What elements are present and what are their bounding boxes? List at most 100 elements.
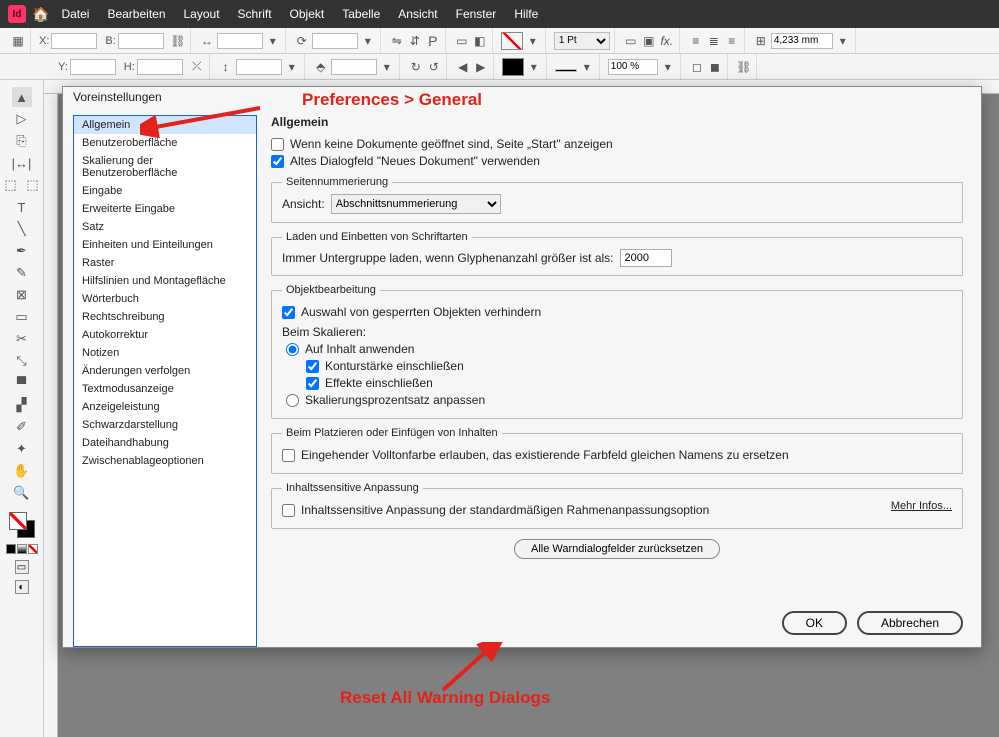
scale-x-icon[interactable]: ↔ — [199, 33, 215, 49]
field-w[interactable] — [118, 33, 164, 49]
broken-chain-icon[interactable]: ⤫ — [189, 59, 205, 75]
nav-item-composition[interactable]: Satz — [74, 218, 256, 236]
nav-item-story-editor[interactable]: Textmodusanzeige — [74, 380, 256, 398]
text-wrap-bbox-icon[interactable]: ▣ — [641, 33, 657, 49]
flip-horizontal-icon[interactable]: ⇋ — [389, 33, 405, 49]
nav-item-notes[interactable]: Notizen — [74, 344, 256, 362]
cb-include-stroke[interactable] — [306, 360, 319, 373]
rotate-ccw-icon[interactable]: ↺ — [426, 59, 442, 75]
field-shear[interactable] — [331, 59, 377, 75]
view-mode-row[interactable]: ◐ — [15, 580, 29, 594]
fill-stroke-swatches[interactable] — [7, 510, 37, 540]
eyedropper-tool[interactable]: ✦ — [12, 439, 32, 459]
link-more-info[interactable]: Mehr Infos... — [891, 500, 952, 512]
rb-apply-to-content[interactable] — [286, 343, 299, 356]
stroke-style-field[interactable] — [555, 69, 577, 72]
menu-table[interactable]: Tabelle — [336, 7, 386, 21]
home-icon[interactable]: 🏠 — [32, 6, 49, 23]
nav-item-file-handling[interactable]: Dateihandhabung — [74, 434, 256, 452]
scissors-tool[interactable]: ✂ — [12, 329, 32, 349]
color-apply-row[interactable] — [6, 544, 38, 554]
opacity-field[interactable] — [608, 59, 658, 75]
cancel-button[interactable]: Abbrechen — [857, 611, 963, 635]
nav-item-guides[interactable]: Hilfslinien und Montagefläche — [74, 272, 256, 290]
gap-tool[interactable]: |↔| — [12, 153, 32, 173]
cb-show-start[interactable] — [271, 138, 284, 151]
select-content-icon[interactable]: ◧ — [472, 33, 488, 49]
cb-content-aware-default[interactable] — [282, 504, 295, 517]
link-corners-icon[interactable]: ⛓ — [736, 59, 752, 75]
cb-legacy-newdoc[interactable] — [271, 155, 284, 168]
nav-item-grids[interactable]: Raster — [74, 254, 256, 272]
cb-prevent-locked-select[interactable] — [282, 306, 295, 319]
stroke-swatch[interactable] — [502, 58, 524, 76]
hand-tool[interactable]: ✋ — [12, 461, 32, 481]
selection-tool[interactable]: ▲ — [12, 87, 32, 107]
nav-item-autocorrect[interactable]: Autokorrektur — [74, 326, 256, 344]
free-transform-tool[interactable]: ⤡ — [12, 351, 32, 371]
rectangle-frame-tool[interactable]: ⊠ — [12, 285, 32, 305]
rectangle-tool[interactable]: ▭ — [12, 307, 32, 327]
menu-help[interactable]: Hilfe — [508, 7, 544, 21]
field-scale-y[interactable] — [236, 59, 282, 75]
fill-swatch[interactable] — [501, 32, 523, 50]
nav-item-advanced-type[interactable]: Erweiterte Eingabe — [74, 200, 256, 218]
constrain-icon[interactable]: ⛓ — [170, 33, 186, 49]
cb-allow-spot-replace[interactable] — [282, 449, 295, 462]
gradient-swatch-tool[interactable]: ▀ — [12, 373, 32, 393]
drop-shadow-icon[interactable]: ◼ — [707, 59, 723, 75]
measure-field[interactable] — [771, 33, 833, 49]
corner-options-icon[interactable]: ◻ — [689, 59, 705, 75]
ruler-vertical[interactable] — [44, 94, 58, 737]
field-h[interactable] — [137, 59, 183, 75]
reset-all-warnings-button[interactable]: Alle Warndialogfelder zurücksetzen — [514, 539, 720, 559]
nav-item-track-changes[interactable]: Änderungen verfolgen — [74, 362, 256, 380]
menu-type[interactable]: Schrift — [232, 7, 278, 21]
note-tool[interactable]: ✐ — [12, 417, 32, 437]
direct-selection-tool[interactable]: ▷ — [12, 109, 32, 129]
nav-item-black-appearance[interactable]: Schwarzdarstellung — [74, 416, 256, 434]
zoom-tool[interactable]: 🔍 — [12, 483, 32, 503]
select-page-numbering-view[interactable]: Abschnittsnummerierung — [331, 194, 501, 214]
nav-item-dictionary[interactable]: Wörterbuch — [74, 290, 256, 308]
pen-tool[interactable]: ✒ — [12, 241, 32, 261]
field-subset-threshold[interactable] — [620, 249, 672, 267]
type-tool[interactable]: T — [12, 197, 32, 217]
nav-item-interface[interactable]: Benutzeroberfläche — [74, 134, 256, 152]
text-wrap-none-icon[interactable]: ▭ — [623, 33, 639, 49]
menu-layout[interactable]: Layout — [178, 7, 226, 21]
flip-vertical-icon[interactable]: ⇵ — [407, 33, 423, 49]
field-y[interactable] — [70, 59, 116, 75]
align-left-icon[interactable]: ≡ — [688, 33, 704, 49]
nav-item-spelling[interactable]: Rechtschreibung — [74, 308, 256, 326]
scale-y-icon[interactable]: ↕ — [218, 59, 234, 75]
select-prev-icon[interactable]: ◀ — [455, 59, 471, 75]
menu-object[interactable]: Objekt — [284, 7, 331, 21]
ok-button[interactable]: OK — [782, 611, 847, 635]
field-rotate[interactable] — [312, 33, 358, 49]
line-tool[interactable]: ╲ — [12, 219, 32, 239]
cb-include-effects[interactable] — [306, 377, 319, 390]
rotate-icon[interactable]: ⟳ — [294, 33, 310, 49]
rotate-cw-icon[interactable]: ↻ — [408, 59, 424, 75]
content-placer-tool[interactable]: ⬚ — [23, 175, 43, 195]
stroke-weight-field[interactable]: 1 Pt — [554, 32, 610, 50]
nav-item-type[interactable]: Eingabe — [74, 182, 256, 200]
select-next-icon[interactable]: ▶ — [473, 59, 489, 75]
shear-icon[interactable]: ⬘ — [313, 59, 329, 75]
select-container-icon[interactable]: ▭ — [454, 33, 470, 49]
nav-item-units[interactable]: Einheiten und Einteilungen — [74, 236, 256, 254]
pencil-tool[interactable]: ✎ — [12, 263, 32, 283]
field-x[interactable] — [51, 33, 97, 49]
nav-item-general[interactable]: Allgemein — [74, 116, 256, 134]
nav-item-display-perf[interactable]: Anzeigeleistung — [74, 398, 256, 416]
menu-view[interactable]: Ansicht — [392, 7, 443, 21]
menu-window[interactable]: Fenster — [450, 7, 503, 21]
rb-adjust-percent[interactable] — [286, 394, 299, 407]
nav-item-clipboard[interactable]: Zwischenablageoptionen — [74, 452, 256, 470]
field-scale-x[interactable] — [217, 33, 263, 49]
screen-mode-row[interactable]: ▭ — [15, 560, 29, 574]
page-tool[interactable]: ⎘ — [12, 131, 32, 151]
menu-file[interactable]: Datei — [55, 7, 95, 21]
nav-item-ui-scaling[interactable]: Skalierung der Benutzeroberfläche — [74, 152, 256, 182]
